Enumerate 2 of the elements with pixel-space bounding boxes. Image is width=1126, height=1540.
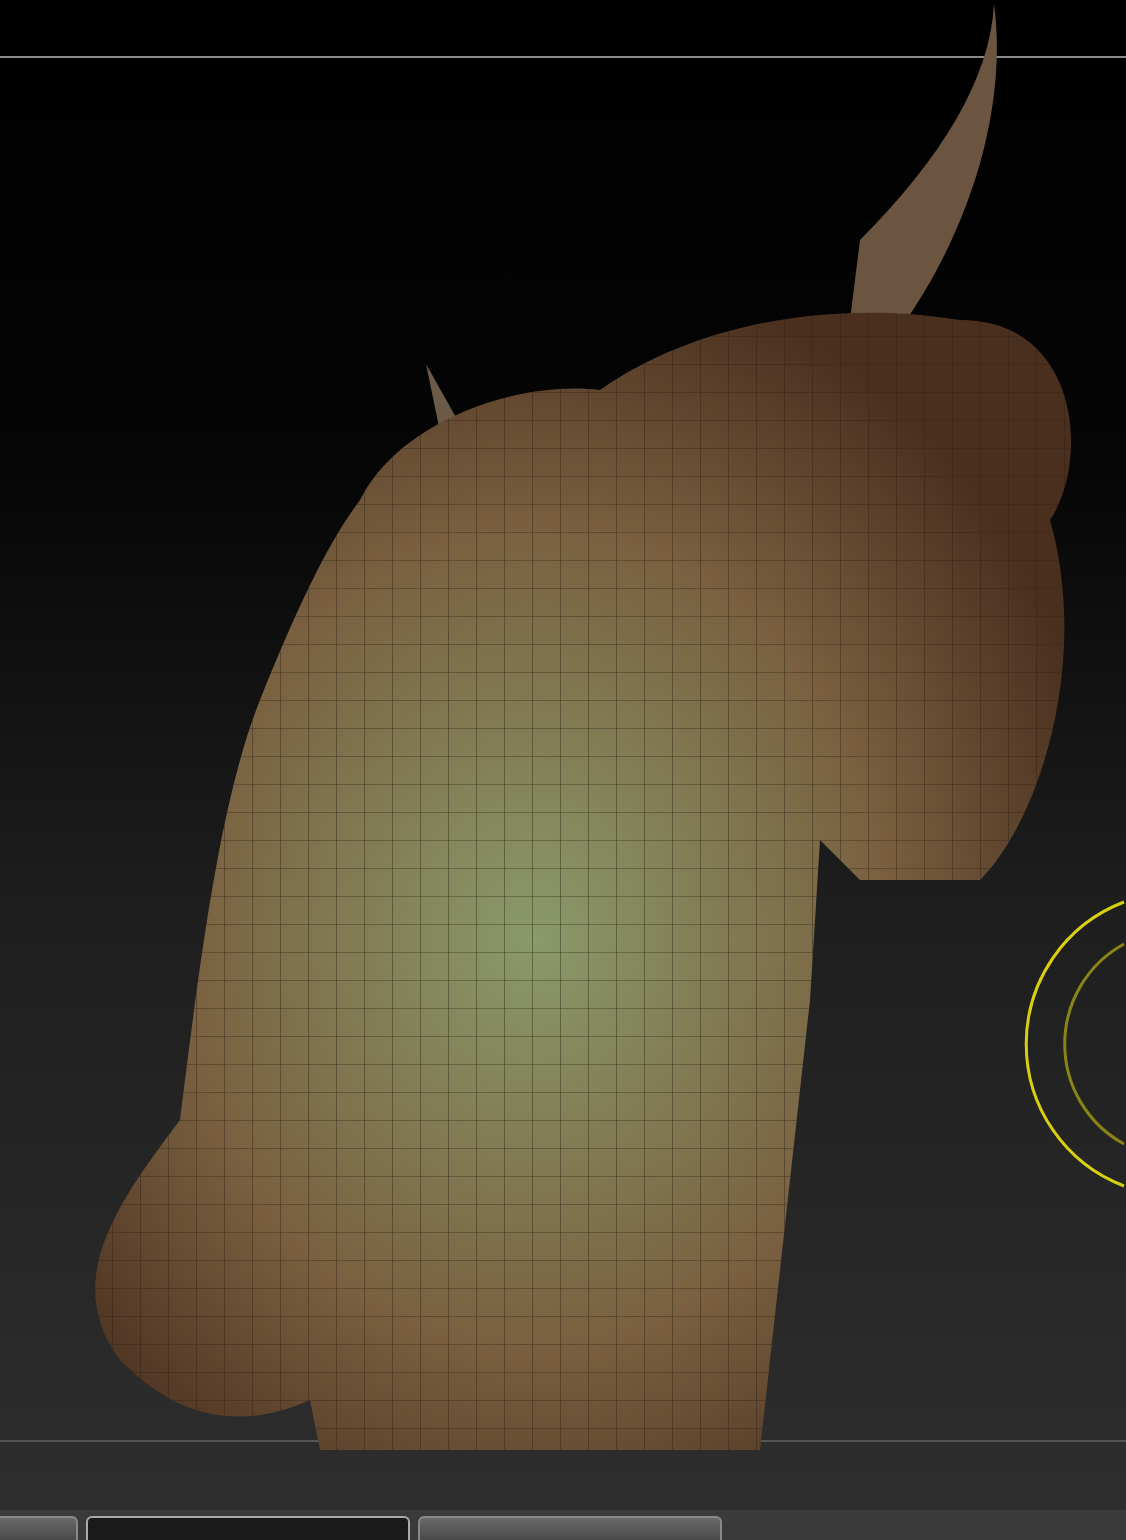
taskbar-button[interactable] xyxy=(86,1516,410,1540)
brush-cursor-icon xyxy=(1025,900,1125,1188)
